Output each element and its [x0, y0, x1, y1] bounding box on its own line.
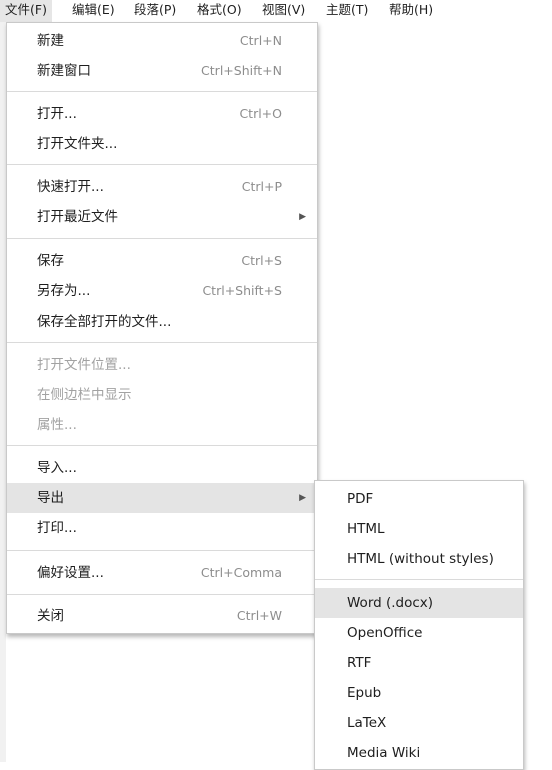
export-item-pdf[interactable]: PDF: [315, 484, 523, 514]
menu-item-label: 打印...: [37, 520, 77, 536]
menu-item-label: 新建: [37, 33, 64, 49]
menu-separator: [7, 238, 317, 239]
menu-item-label: 打开文件夹...: [37, 136, 118, 152]
export-item-epub[interactable]: Epub: [315, 678, 523, 708]
menu-item-label: PDF: [347, 491, 374, 507]
menu-theme[interactable]: 主题(T): [321, 0, 373, 22]
menu-item-save-all[interactable]: 保存全部打开的文件...: [7, 307, 317, 337]
menu-item-new-window[interactable]: 新建窗口 Ctrl+Shift+N: [7, 56, 317, 86]
menu-item-open[interactable]: 打开... Ctrl+O: [7, 99, 317, 129]
menu-help[interactable]: 帮助(H): [384, 0, 438, 22]
menu-item-label: 新建窗口: [37, 63, 91, 79]
export-item-word-docx[interactable]: Word (.docx): [315, 588, 523, 618]
export-item-html-without-styles[interactable]: HTML (without styles): [315, 544, 523, 574]
menu-item-open-location: 打开文件位置...: [7, 350, 317, 380]
menu-item-label: Media Wiki: [347, 745, 421, 761]
export-item-latex[interactable]: LaTeX: [315, 708, 523, 738]
menu-item-label: 保存: [37, 253, 64, 269]
file-menu: 新建 Ctrl+N 新建窗口 Ctrl+Shift+N 打开... Ctrl+O…: [6, 22, 318, 634]
menu-item-import[interactable]: 导入...: [7, 453, 317, 483]
menu-file[interactable]: 文件(F): [0, 0, 52, 22]
menu-item-label: Word (.docx): [347, 595, 434, 611]
menu-format[interactable]: 格式(O): [192, 0, 247, 22]
menu-item-close[interactable]: 关闭 Ctrl+W: [7, 601, 317, 631]
menu-item-label: OpenOffice: [347, 625, 423, 641]
menu-item-label: HTML: [347, 521, 385, 537]
menu-bar: 文件(F) 编辑(E) 段落(P) 格式(O) 视图(V) 主题(T) 帮助(H…: [0, 0, 552, 22]
shortcut-label: Ctrl+O: [239, 106, 282, 121]
menu-view[interactable]: 视图(V): [257, 0, 310, 22]
menu-item-new[interactable]: 新建 Ctrl+N: [7, 26, 317, 56]
menu-item-open-recent[interactable]: 打开最近文件 ▶: [7, 202, 317, 232]
menu-item-label: RTF: [347, 655, 372, 671]
menu-item-label: 打开最近文件: [37, 209, 118, 225]
menu-item-export[interactable]: 导出 ▶: [7, 483, 317, 513]
menu-item-label: 保存全部打开的文件...: [37, 314, 172, 330]
shortcut-label: Ctrl+Comma: [200, 565, 282, 580]
menu-item-show-in-sidebar: 在侧边栏中显示: [7, 380, 317, 410]
menu-item-label: 导入...: [37, 460, 77, 476]
export-submenu: PDF HTML HTML (without styles) Word (.do…: [314, 480, 524, 770]
export-item-media-wiki[interactable]: Media Wiki: [315, 738, 523, 768]
menu-item-label: 导出: [37, 490, 64, 506]
menu-separator: [7, 594, 317, 595]
menu-item-quick-open[interactable]: 快速打开... Ctrl+P: [7, 172, 317, 202]
shortcut-label: Ctrl+W: [236, 608, 282, 623]
menu-item-save[interactable]: 保存 Ctrl+S: [7, 246, 317, 276]
menu-item-open-folder[interactable]: 打开文件夹...: [7, 129, 317, 159]
export-item-html[interactable]: HTML: [315, 514, 523, 544]
menu-separator: [7, 91, 317, 92]
menu-item-label: 在侧边栏中显示: [37, 387, 132, 403]
menu-item-label: 偏好设置...: [37, 565, 104, 581]
shortcut-label: Ctrl+N: [239, 33, 282, 48]
menu-item-label: 打开...: [37, 106, 77, 122]
menu-separator: [7, 445, 317, 446]
menu-paragraph[interactable]: 段落(P): [129, 0, 181, 22]
menu-separator: [7, 550, 317, 551]
menu-item-save-as[interactable]: 另存为... Ctrl+Shift+S: [7, 276, 317, 306]
shortcut-label: Ctrl+Shift+S: [202, 283, 282, 298]
shortcut-label: Ctrl+Shift+N: [201, 63, 282, 78]
menu-item-label: 属性...: [37, 417, 77, 433]
chevron-right-icon: ▶: [299, 493, 306, 503]
menu-item-label: 另存为...: [37, 283, 91, 299]
shortcut-label: Ctrl+S: [241, 253, 282, 268]
menu-item-label: Epub: [347, 685, 382, 701]
export-item-openoffice[interactable]: OpenOffice: [315, 618, 523, 648]
menu-separator: [315, 579, 523, 580]
menu-item-print[interactable]: 打印...: [7, 513, 317, 543]
chevron-right-icon: ▶: [299, 212, 306, 222]
menu-item-label: LaTeX: [347, 715, 387, 731]
menu-item-label: 关闭: [37, 608, 64, 624]
menu-item-preferences[interactable]: 偏好设置... Ctrl+Comma: [7, 558, 317, 588]
export-item-rtf[interactable]: RTF: [315, 648, 523, 678]
shortcut-label: Ctrl+P: [241, 179, 282, 194]
menu-separator: [7, 342, 317, 343]
menu-edit[interactable]: 编辑(E): [67, 0, 120, 22]
menu-item-label: 快速打开...: [37, 179, 104, 195]
menu-item-label: HTML (without styles): [347, 551, 494, 567]
menu-item-label: 打开文件位置...: [37, 357, 131, 373]
menu-separator: [7, 164, 317, 165]
menu-item-properties: 属性...: [7, 410, 317, 440]
